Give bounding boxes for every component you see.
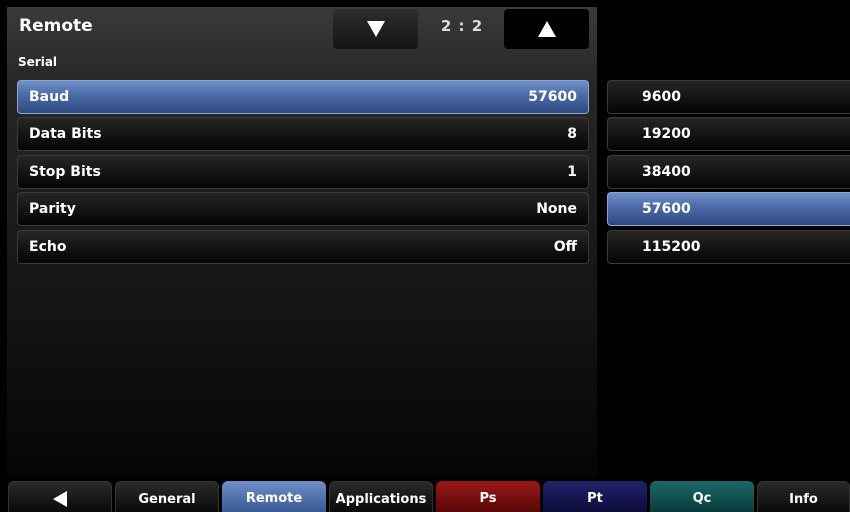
settings-panel: Remote 2 : 2 Serial Baud 57600 Data Bits… [7,7,597,477]
option-label: 115200 [642,239,701,255]
page-title: Remote [19,16,93,36]
option-label: 57600 [642,201,691,217]
option-label: 38400 [642,164,691,180]
setting-label: Stop Bits [29,164,101,180]
baud-option-115200[interactable]: 115200 [607,230,850,264]
setting-value: 57600 [528,89,577,105]
tab-label: Info [789,491,818,507]
setting-value: Off [553,239,577,255]
setting-label: Parity [29,201,76,217]
tab-label: Applications [335,491,427,507]
setting-row-parity[interactable]: Parity None [17,192,589,226]
setting-row-echo[interactable]: Echo Off [17,230,589,264]
setting-label: Echo [29,239,67,255]
setting-row-data-bits[interactable]: Data Bits 8 [17,117,589,151]
baud-option-57600[interactable]: 57600 [607,192,850,226]
section-label: Serial [18,55,58,69]
tab-label: General [138,491,196,507]
tab-remote[interactable]: Remote [222,481,326,512]
page-down-button[interactable] [333,9,418,49]
setting-label: Baud [29,89,70,105]
setting-row-baud[interactable]: Baud 57600 [17,80,589,114]
tab-label: Qc [692,491,712,506]
triangle-down-icon [366,21,385,37]
tab-qc[interactable]: Qc [650,481,754,512]
setting-value: 8 [567,126,577,142]
setting-value: None [536,201,577,217]
tab-back[interactable] [8,481,112,512]
page-up-button[interactable] [504,9,589,49]
page-counter: 2 : 2 [440,17,484,35]
setting-value: 1 [567,164,577,180]
triangle-left-icon [53,491,67,507]
setting-label: Data Bits [29,126,102,142]
setting-row-stop-bits[interactable]: Stop Bits 1 [17,155,589,189]
tab-label: Pt [587,491,603,506]
tab-info[interactable]: Info [757,481,850,512]
tab-label: Remote [245,491,303,506]
tab-ps[interactable]: Ps [436,481,540,512]
tab-pt[interactable]: Pt [543,481,647,512]
option-label: 9600 [642,89,681,105]
tab-label: Ps [479,491,497,506]
baud-option-9600[interactable]: 9600 [607,80,850,114]
option-label: 19200 [642,126,691,142]
tab-applications[interactable]: Applications [329,481,433,512]
baud-option-38400[interactable]: 38400 [607,155,850,189]
tab-general[interactable]: General [115,481,219,512]
baud-option-19200[interactable]: 19200 [607,117,850,151]
triangle-up-icon [537,21,556,37]
